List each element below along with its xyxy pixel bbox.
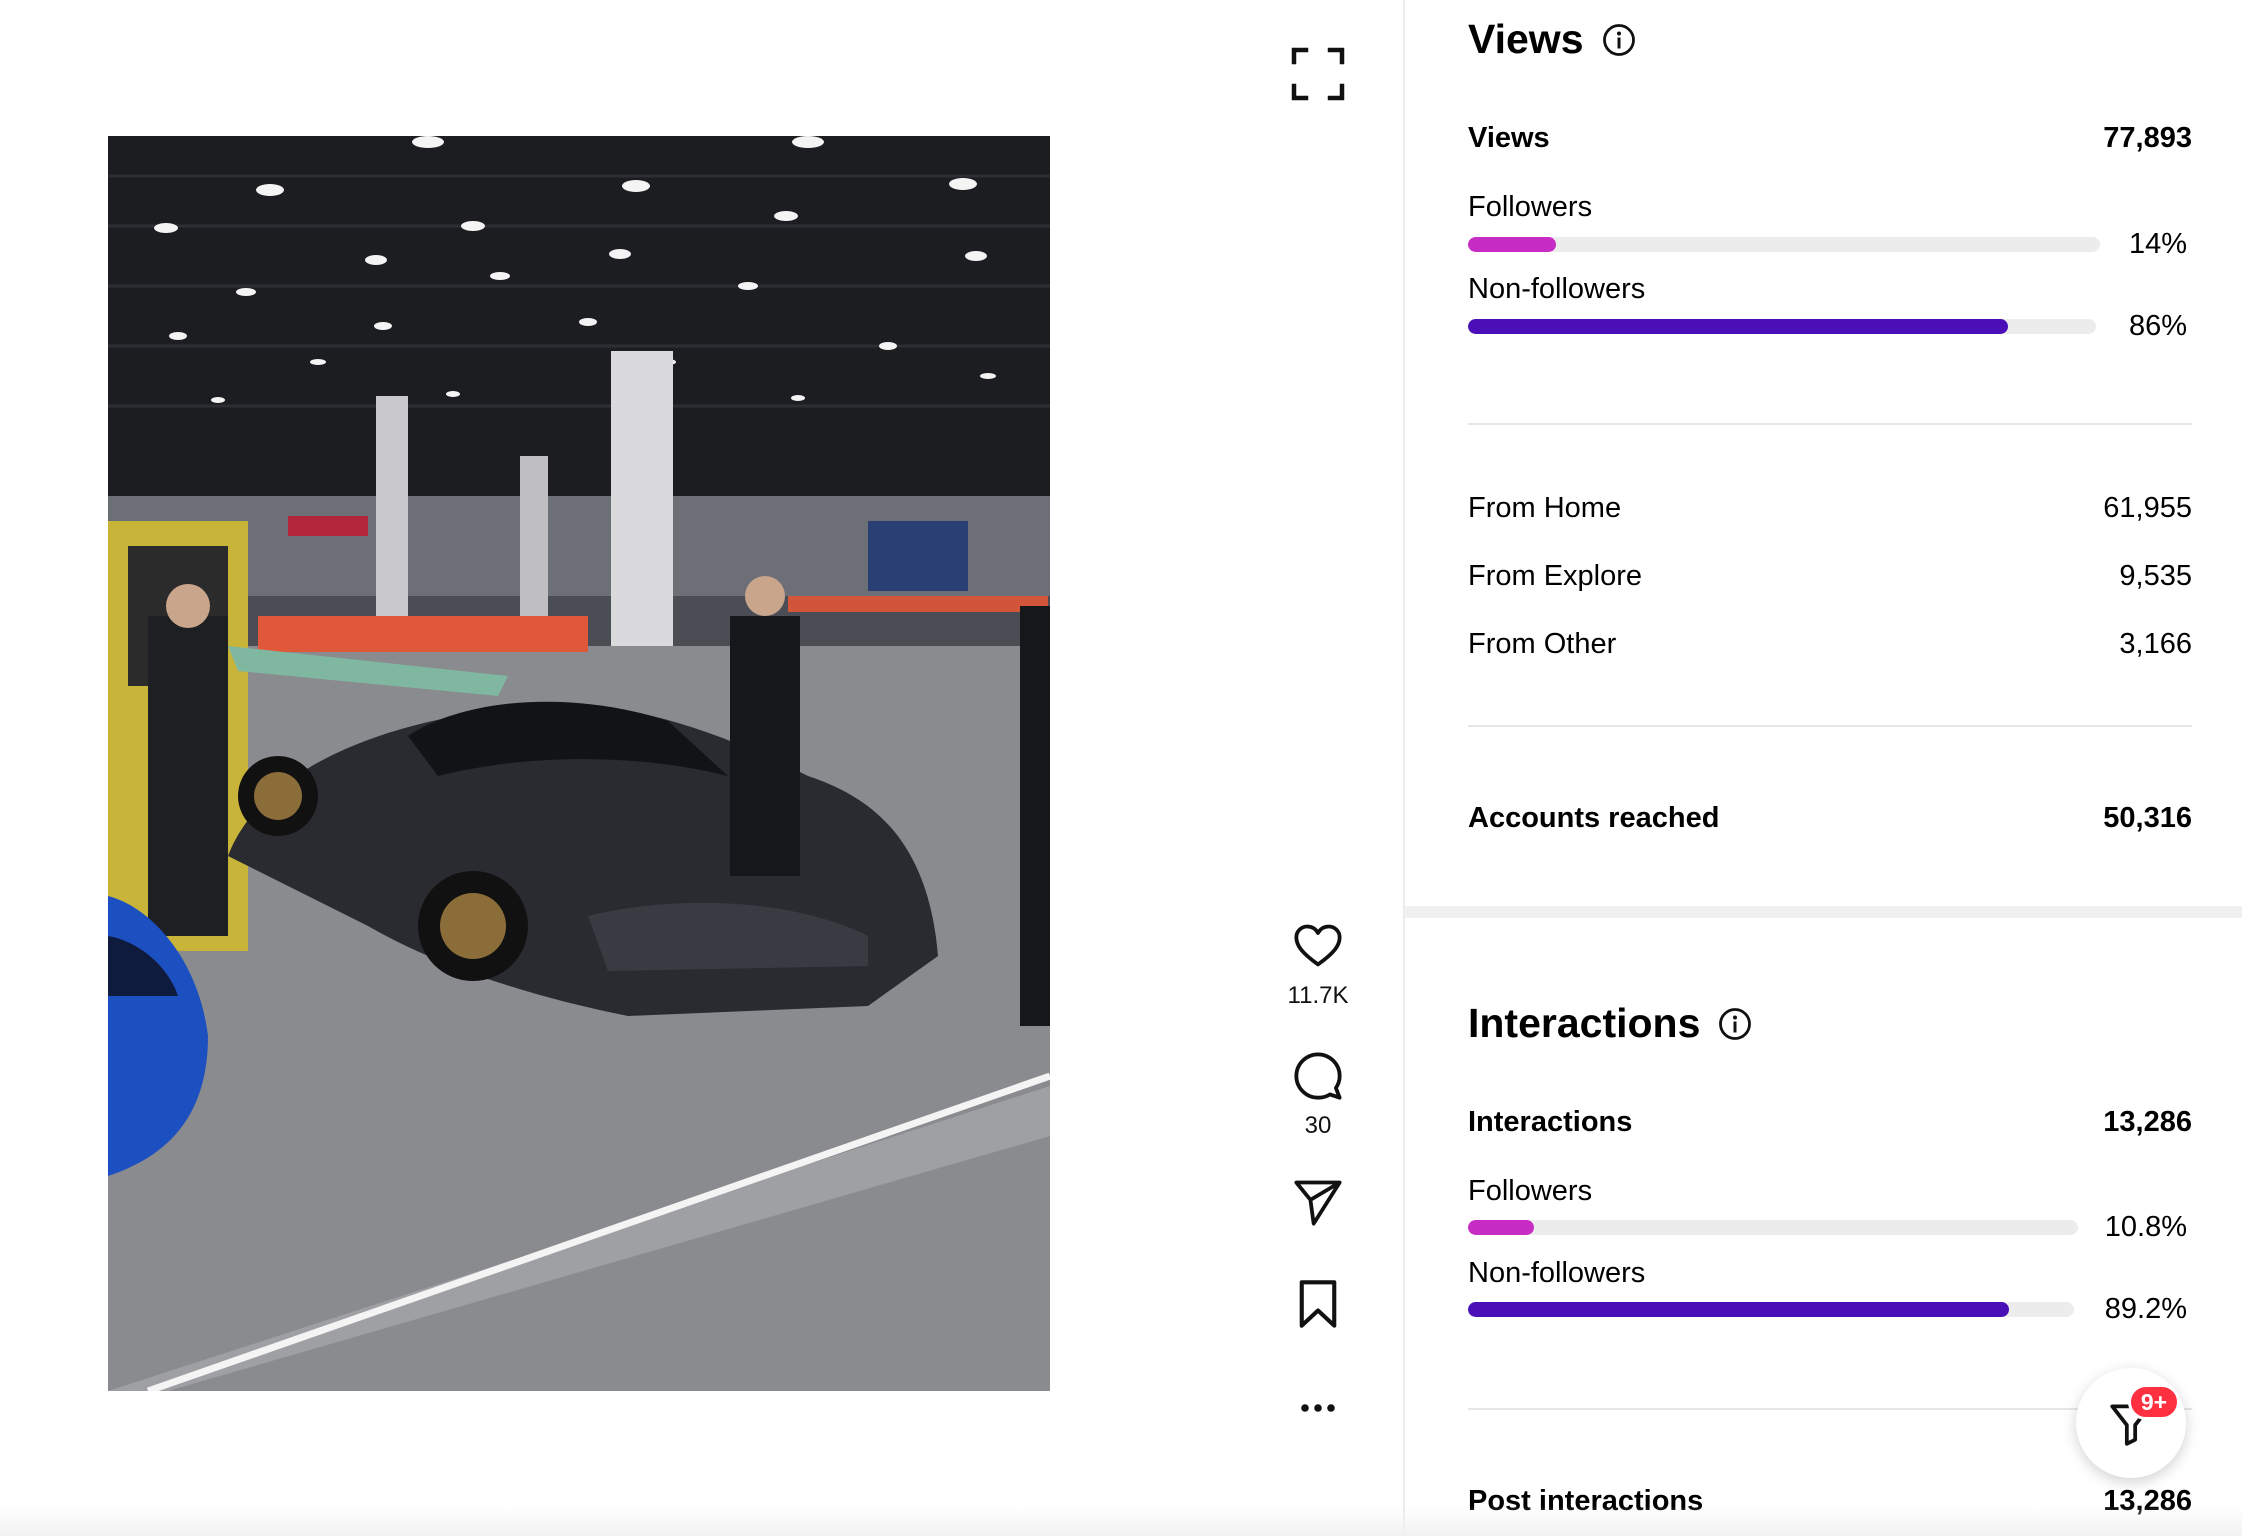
- info-icon[interactable]: [1718, 1007, 1752, 1041]
- views-divider-1: [1468, 423, 2192, 425]
- views-followers-bar-fill: [1468, 237, 1557, 252]
- views-nonfollowers-percent: 86%: [2128, 310, 2187, 342]
- comment-icon: [1294, 1052, 1342, 1100]
- save-button[interactable]: [1270, 1278, 1366, 1330]
- views-section-title: Views: [1468, 16, 1636, 63]
- interactions-total-row: Interactions 13,286: [1468, 1106, 2192, 1139]
- post-interactions-label: Post interactions: [1468, 1485, 1704, 1517]
- interactions-total-label: Interactions: [1468, 1106, 1633, 1138]
- views-nonfollowers-bar: [1468, 319, 2096, 334]
- source-value-home: 61,955: [2103, 492, 2192, 524]
- interactions-nonfollowers-percent: 89.2%: [2104, 1293, 2187, 1325]
- views-followers-label: Followers: [1468, 191, 1593, 223]
- interactions-followers-bar: [1468, 1220, 2078, 1235]
- views-total-row: Views 77,893: [1468, 122, 2192, 155]
- like-button[interactable]: 11.7K: [1270, 920, 1366, 1010]
- car-photo-illustration: [108, 136, 1050, 1391]
- info-icon[interactable]: [1602, 23, 1636, 57]
- section-separator: [1405, 906, 2242, 918]
- source-row-home: From Home 61,955: [1468, 492, 2192, 525]
- send-icon: [1294, 1180, 1342, 1226]
- likes-count: 11.7K: [1287, 982, 1349, 1009]
- views-nonfollowers-bar-fill: [1468, 319, 2009, 334]
- interactions-followers-bar-fill: [1468, 1220, 1534, 1235]
- source-row-other: From Other 3,166: [1468, 628, 2192, 661]
- media-area: 11.7K 30: [0, 0, 1403, 1536]
- notification-badge: 9+: [2128, 1384, 2180, 1420]
- source-label-explore: From Explore: [1468, 560, 1643, 592]
- post-photo[interactable]: [108, 136, 1050, 1391]
- interactions-section-title: Interactions: [1468, 1000, 1752, 1047]
- source-label-other: From Other: [1468, 628, 1617, 660]
- interactions-followers-percent: 10.8%: [2104, 1211, 2187, 1243]
- accounts-reached-value: 50,316: [2103, 802, 2192, 834]
- interactions-followers-label: Followers: [1468, 1175, 1593, 1207]
- heart-icon: [1294, 924, 1342, 967]
- source-label-home: From Home: [1468, 492, 1622, 524]
- source-row-explore: From Explore 9,535: [1468, 560, 2192, 593]
- insights-panel: Views Views 77,893 Followers 14% Non-fol…: [1405, 0, 2242, 1536]
- source-value-other: 3,166: [2119, 628, 2192, 660]
- views-total-label: Views: [1468, 122, 1550, 154]
- post-interactions-value: 13,286: [2103, 1485, 2192, 1517]
- share-button[interactable]: [1270, 1176, 1366, 1228]
- comments-count: 30: [1304, 1112, 1332, 1139]
- comment-button[interactable]: 30: [1270, 1050, 1366, 1140]
- views-nonfollowers-label: Non-followers: [1468, 273, 1646, 305]
- expand-icon: [1291, 47, 1345, 101]
- bookmark-icon: [1299, 1280, 1337, 1328]
- accounts-reached-label: Accounts reached: [1468, 802, 1720, 834]
- filter-fab-button[interactable]: 9+: [2076, 1368, 2186, 1478]
- views-divider-2: [1468, 725, 2192, 727]
- interactions-nonfollowers-label: Non-followers: [1468, 1257, 1646, 1289]
- post-interactions-row: Post interactions 13,286: [1468, 1485, 2192, 1518]
- accounts-reached-row: Accounts reached 50,316: [1468, 802, 2192, 835]
- interactions-nonfollowers-bar-fill: [1468, 1302, 2009, 1317]
- more-icon: [1301, 1404, 1335, 1412]
- views-followers-percent: 14%: [2128, 228, 2187, 260]
- views-total-value: 77,893: [2103, 122, 2192, 154]
- interactions-nonfollowers-bar: [1468, 1302, 2074, 1317]
- source-value-explore: 9,535: [2119, 560, 2192, 592]
- interactions-total-value: 13,286: [2103, 1106, 2192, 1138]
- views-followers-bar: [1468, 237, 2100, 252]
- expand-button[interactable]: [1290, 46, 1346, 102]
- more-options-button[interactable]: [1270, 1382, 1366, 1434]
